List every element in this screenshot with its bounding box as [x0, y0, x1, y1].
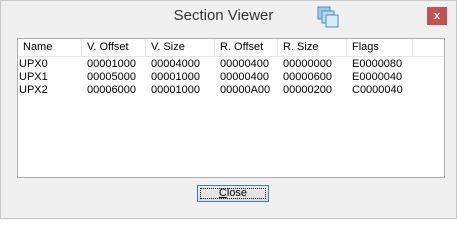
window-title-text: Section Viewer: [173, 7, 274, 24]
column-header-v-offset[interactable]: V. Offset: [82, 39, 146, 56]
cell-v-offset: 00006000: [87, 84, 136, 96]
mnemonic-letter: C: [218, 187, 227, 199]
table-row[interactable]: UPX0 00001000 00004000 00000400 00000000…: [18, 58, 444, 71]
list-header: Name V. Offset V. Size R. Offset R. Size…: [18, 39, 444, 57]
close-button[interactable]: Close: [197, 185, 269, 202]
cell-r-size: 00000200: [283, 84, 332, 96]
stacked-windows-icon: [317, 6, 339, 28]
cell-r-offset: 00000400: [220, 58, 269, 70]
column-header-name[interactable]: Name: [18, 39, 82, 56]
cell-r-offset: 00000A00: [220, 84, 271, 96]
column-header-r-size[interactable]: R. Size: [278, 39, 347, 56]
cell-v-size: 00004000: [151, 58, 200, 70]
close-button-label: Close: [218, 187, 248, 199]
cell-name: UPX1: [19, 71, 48, 83]
table-row[interactable]: UPX2 00006000 00001000 00000A00 00000200…: [18, 84, 444, 97]
cell-name: UPX2: [19, 84, 48, 96]
cell-flags: C0000040: [352, 84, 403, 96]
client-area: Name V. Offset V. Size R. Offset R. Size…: [9, 33, 448, 210]
cell-r-size: 00000600: [283, 71, 332, 83]
cell-v-offset: 00001000: [87, 58, 136, 70]
cell-name: UPX0: [19, 58, 48, 70]
cell-v-offset: 00005000: [87, 71, 136, 83]
column-header-filler: [413, 39, 444, 56]
section-viewer-window: Section Viewer x Name V. Offset V. Size …: [0, 0, 457, 219]
cell-r-size: 00000000: [283, 58, 332, 70]
cell-r-offset: 00000400: [220, 71, 269, 83]
close-icon: x: [433, 10, 441, 22]
cell-v-size: 00001000: [151, 71, 200, 83]
cell-flags: E0000040: [352, 71, 403, 83]
column-header-v-size[interactable]: V. Size: [146, 39, 215, 56]
close-window-button[interactable]: x: [427, 7, 447, 25]
window-title: Section Viewer: [1, 7, 456, 24]
cell-v-size: 00001000: [151, 84, 200, 96]
column-header-r-offset[interactable]: R. Offset: [215, 39, 278, 56]
sections-list[interactable]: Name V. Offset V. Size R. Offset R. Size…: [17, 38, 445, 178]
cell-flags: E0000080: [352, 58, 403, 70]
table-row[interactable]: UPX1 00005000 00001000 00000400 00000600…: [18, 71, 444, 84]
title-bar[interactable]: Section Viewer x: [1, 1, 456, 33]
column-header-flags[interactable]: Flags: [347, 39, 413, 56]
